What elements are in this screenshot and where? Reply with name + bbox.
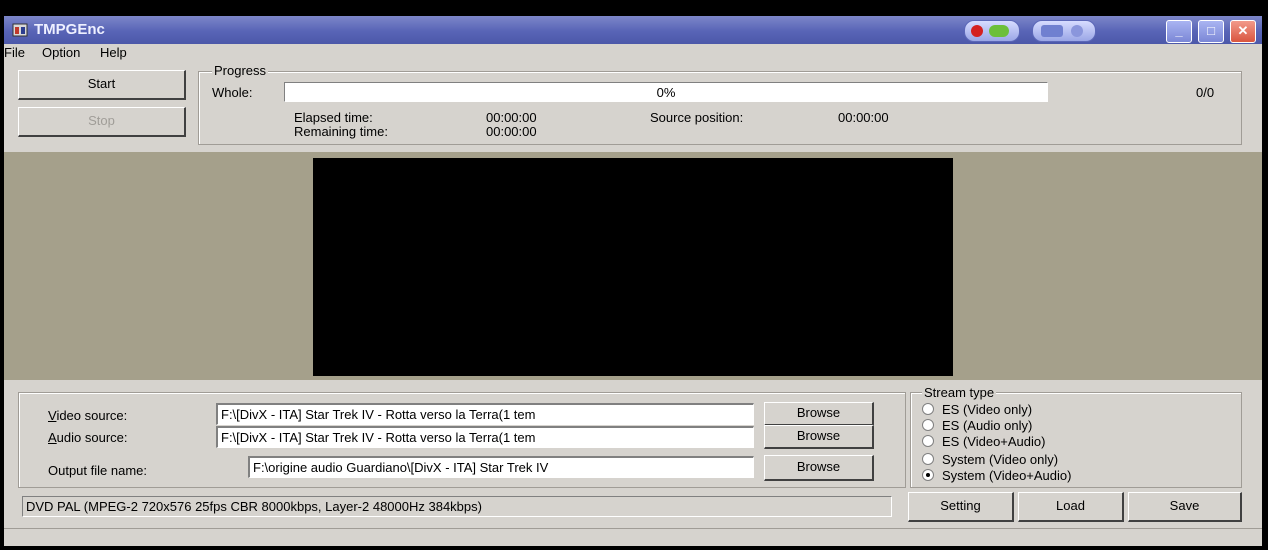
source-position-label: Source position: [650,110,744,125]
radio-icon[interactable] [922,419,934,431]
close-button[interactable]: ✕ [1230,20,1256,43]
radio-label: ES (Video+Audio) [942,434,1046,449]
audio-source-label: Audio source: [48,430,128,445]
app-icon[interactable] [12,22,28,38]
menu-option[interactable]: Option [42,45,80,60]
radio-label: ES (Video only) [942,402,1033,417]
progress-count: 0/0 [1196,85,1215,100]
radio-es-audio-only[interactable]: ES (Audio only) [922,418,1032,433]
progress-group-title: Progress [212,63,269,78]
browse-audio-button[interactable]: Browse [764,425,874,449]
video-source-input[interactable]: F:\[DivX - ITA] Star Trek IV - Rotta ver… [216,403,754,425]
remaining-value: 00:00:00 [486,124,537,139]
browse-output-button[interactable]: Browse [764,455,874,481]
stream-type-title: Stream type [922,385,997,400]
tmpgenc-window: TMPGEnc _ □ ✕ File Option Help Start Sto… [4,16,1262,546]
load-button[interactable]: Load [1018,492,1124,522]
radio-es-video-audio[interactable]: ES (Video+Audio) [922,434,1045,449]
video-source-label: Video source: [48,408,128,423]
menu-help[interactable]: Help [100,45,127,60]
menu-bar: File Option Help [4,44,204,62]
tray-widget-2[interactable] [1032,20,1096,42]
tray-widget-1[interactable] [964,20,1020,42]
radio-es-video-only[interactable]: ES (Video only) [922,402,1032,417]
radio-system-video-only[interactable]: System (Video only) [922,452,1058,467]
radio-label: System (Video+Audio) [942,468,1072,483]
elapsed-value: 00:00:00 [486,110,537,125]
format-status: DVD PAL (MPEG-2 720x576 25fps CBR 8000kb… [22,496,892,517]
radio-icon[interactable] [922,453,934,465]
radio-icon[interactable] [922,403,934,415]
radio-label: ES (Audio only) [942,418,1033,433]
radio-system-video-audio[interactable]: System (Video+Audio) [922,468,1071,483]
save-button[interactable]: Save [1128,492,1242,522]
progress-percent: 0% [656,85,676,100]
stop-button[interactable]: Stop [18,107,186,137]
radio-icon[interactable] [922,435,934,447]
output-file-label: Output file name: [48,463,147,478]
elapsed-label: Elapsed time: [294,110,373,125]
record-icon [971,25,983,37]
menu-file[interactable]: File [4,45,25,60]
radio-label: System (Video only) [942,452,1059,467]
window-bottom-divider [4,528,1262,529]
start-button[interactable]: Start [18,70,186,100]
arrow-icon [1071,25,1083,37]
bottom-border [0,546,1268,550]
audio-source-input[interactable]: F:\[DivX - ITA] Star Trek IV - Rotta ver… [216,426,754,448]
browse-video-button[interactable]: Browse [764,402,874,426]
whole-label: Whole: [212,85,253,100]
nvidia-icon [989,25,1009,37]
remaining-label: Remaining time: [294,124,388,139]
window-title: TMPGEnc [34,21,105,38]
title-bar[interactable]: TMPGEnc _ □ ✕ [4,16,1262,44]
video-preview [313,158,953,376]
screen-icon [1041,25,1063,37]
output-file-input[interactable]: F:\origine audio Guardiano\[DivX - ITA] … [248,456,754,478]
maximize-button[interactable]: □ [1198,20,1224,43]
radio-icon[interactable] [922,469,934,481]
minimize-button[interactable]: _ [1166,20,1192,43]
source-position-value: 00:00:00 [838,110,889,125]
setting-button[interactable]: Setting [908,492,1014,522]
whole-progress-bar: 0% [284,82,1048,102]
